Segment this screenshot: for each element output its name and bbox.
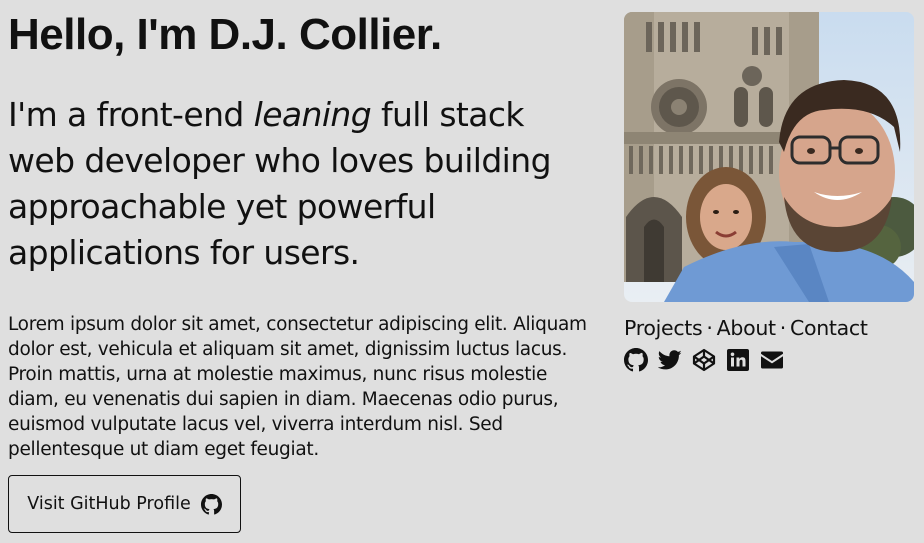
tagline: I'm a front-end leaning full stack web d…	[8, 92, 598, 276]
tagline-start: I'm a front-end	[8, 95, 254, 134]
nav-separator: ·	[779, 316, 787, 340]
github-icon	[200, 493, 222, 515]
nav-link-about[interactable]: About	[717, 316, 776, 340]
site-nav: Projects · About · Contact	[624, 314, 914, 342]
visit-github-label: Visit GitHub Profile	[27, 494, 191, 514]
github-icon[interactable]	[624, 348, 648, 372]
envelope-icon[interactable]	[760, 348, 784, 372]
social-links	[624, 348, 914, 372]
twitter-icon[interactable]	[658, 348, 682, 372]
visit-github-button[interactable]: Visit GitHub Profile	[8, 475, 241, 533]
linkedin-icon[interactable]	[726, 348, 750, 372]
tagline-emphasis: leaning	[253, 95, 372, 134]
codepen-icon[interactable]	[692, 348, 716, 372]
intro-paragraph: Lorem ipsum dolor sit amet, consectetur …	[8, 314, 587, 460]
page: Hello, I'm D.J. Collier. I'm a front-end…	[0, 0, 924, 543]
intro-column: Hello, I'm D.J. Collier. I'm a front-end…	[8, 0, 598, 462]
page-title: Hello, I'm D.J. Collier.	[8, 10, 442, 59]
nav-link-projects[interactable]: Projects	[624, 316, 703, 340]
nav-link-contact[interactable]: Contact	[790, 316, 868, 340]
profile-column: Projects · About · Contact	[624, 12, 914, 372]
nav-separator: ·	[706, 316, 713, 340]
profile-photo	[624, 12, 914, 302]
